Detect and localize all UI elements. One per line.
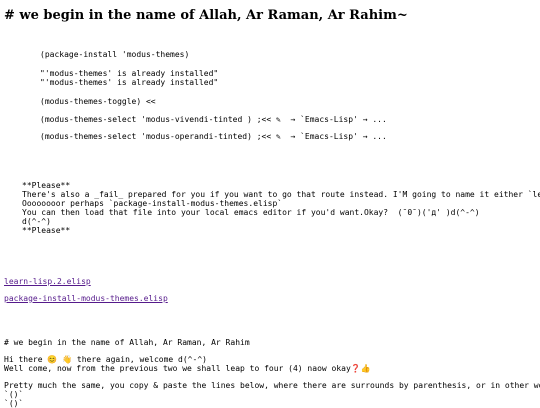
bottom-line: `()`: [4, 390, 24, 399]
bottom-heading-line: # we begin in the name of Allah, Ar Rama…: [4, 338, 250, 347]
note-line: Oooooooor perhaps `package-install-modus…: [22, 199, 283, 208]
code-line: (modus-themes-select 'modus-operandi-tin…: [40, 132, 387, 141]
learn-lisp-link[interactable]: learn-lisp.2.elisp: [4, 277, 91, 286]
code-line: (package-install 'modus-themes): [40, 50, 190, 59]
code-line: (modus-themes-toggle) <<: [40, 97, 156, 106]
note-line: There's also a _fail_ prepared for you i…: [22, 190, 540, 199]
code-line: "'modus-themes' is already installed": [40, 78, 219, 87]
note-line: d(^-^): [22, 217, 51, 226]
page-heading: # we begin in the name of Allah, Ar Rama…: [4, 8, 408, 23]
bottom-line: Well come, now from the previous two we …: [4, 364, 371, 373]
code-line: "'modus-themes' is already installed": [40, 69, 219, 78]
bottom-line: Pretty much the same, you copy & paste t…: [4, 381, 540, 390]
code-line: (modus-themes-select 'modus-vivendi-tint…: [40, 115, 387, 124]
note-line: **Please**: [22, 226, 71, 235]
note-line: **Please**: [22, 181, 71, 190]
note-line: You can then load that file into your lo…: [22, 208, 480, 217]
bottom-line: Hi there 😊 👋 there again, welcome d(^-^): [4, 355, 207, 364]
bottom-line: `()`: [4, 399, 24, 408]
package-install-modus-themes-link[interactable]: package-install-modus-themes.elisp: [4, 294, 168, 303]
